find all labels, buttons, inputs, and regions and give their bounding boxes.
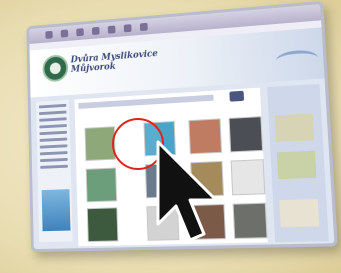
gallery-thumbnail[interactable] (86, 207, 119, 243)
sidebar-item[interactable] (39, 117, 67, 122)
sidebar-item[interactable] (40, 164, 68, 169)
toolbar-button[interactable] (123, 24, 132, 33)
gallery-thumbnail[interactable] (230, 159, 266, 196)
sidebar-item[interactable] (38, 103, 67, 109)
sidebar-nav (36, 99, 73, 243)
pointer-cursor-icon (156, 140, 218, 242)
sidebar-item[interactable] (39, 144, 68, 149)
right-column (267, 83, 329, 243)
right-column-image[interactable] (274, 113, 315, 143)
right-column-image[interactable] (276, 150, 317, 180)
gallery-thumbnail[interactable] (228, 116, 264, 153)
toolbar-button[interactable] (76, 28, 84, 37)
sidebar-item[interactable] (39, 110, 67, 116)
gallery-header-bar (78, 94, 214, 109)
sidebar-item[interactable] (39, 124, 67, 129)
sidebar-item[interactable] (39, 130, 68, 136)
right-column-image[interactable] (279, 198, 320, 228)
sidebar-image[interactable] (41, 189, 71, 232)
toolbar-button[interactable] (60, 29, 69, 38)
sidebar-item[interactable] (40, 157, 68, 163)
gallery-thumbnail[interactable] (85, 167, 118, 203)
toolbar-button[interactable] (91, 26, 100, 36)
toolbar-button[interactable] (139, 22, 148, 32)
gallery-thumbnail[interactable] (232, 202, 268, 239)
toolbar-button[interactable] (107, 25, 116, 34)
sidebar-item[interactable] (39, 137, 68, 142)
toolbar-button[interactable] (45, 30, 53, 39)
sidebar-item[interactable] (39, 151, 68, 156)
gallery-button[interactable] (229, 90, 245, 102)
logo-inner (49, 62, 61, 75)
